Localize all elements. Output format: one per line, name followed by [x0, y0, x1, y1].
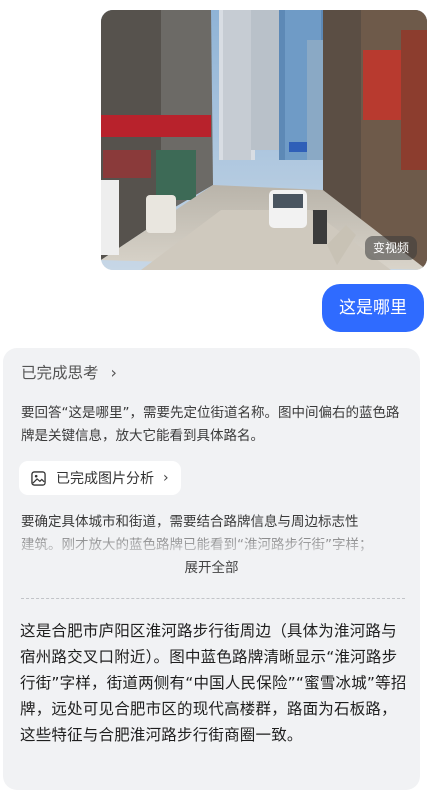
thinking-paragraph-2-line-1: 要确定具体城市和街道，需要结合路牌信息与周边标志性 — [21, 514, 359, 530]
chevron-right-icon: › — [110, 362, 117, 382]
answer-text: 这是合肥市庐阳区淮河路步行街周边（具体为淮河路与宿州路交叉口附近）。图中蓝色路牌… — [20, 622, 407, 744]
thinking-paragraph-2: 要确定具体城市和街道，需要结合路牌信息与周边标志性 建筑。刚才放大的蓝色路牌已能… — [21, 511, 413, 557]
image-icon — [31, 470, 46, 486]
chevron-right-icon: › — [163, 470, 169, 486]
convert-to-video-button[interactable]: 变视频 — [364, 236, 417, 260]
assistant-response-card: 已完成思考 › 要回答“这是哪里”，需要先定位街道名称。图中间偏右的蓝色路牌是关… — [3, 348, 420, 790]
expand-all-button[interactable]: 展开全部 — [3, 556, 420, 576]
thinking-paragraph-2-line-2: 建筑。刚才放大的蓝色路牌已能看到“淮河路步行街”字样； — [21, 537, 373, 553]
section-divider — [21, 598, 405, 599]
user-message-bubble: 这是哪里 — [322, 284, 424, 332]
thinking-title: 已完成思考 — [21, 364, 99, 382]
street-photo[interactable]: 变视频 — [101, 10, 427, 270]
thinking-toggle[interactable]: 已完成思考 › — [21, 361, 117, 383]
street-photo-image — [101, 10, 427, 270]
thinking-paragraph-1: 要回答“这是哪里”，需要先定位街道名称。图中间偏右的蓝色路牌是关键信息，放大它能… — [21, 405, 400, 444]
image-analysis-label: 已完成图片分析 — [56, 471, 154, 487]
image-analysis-button[interactable]: 已完成图片分析 › — [19, 461, 181, 495]
